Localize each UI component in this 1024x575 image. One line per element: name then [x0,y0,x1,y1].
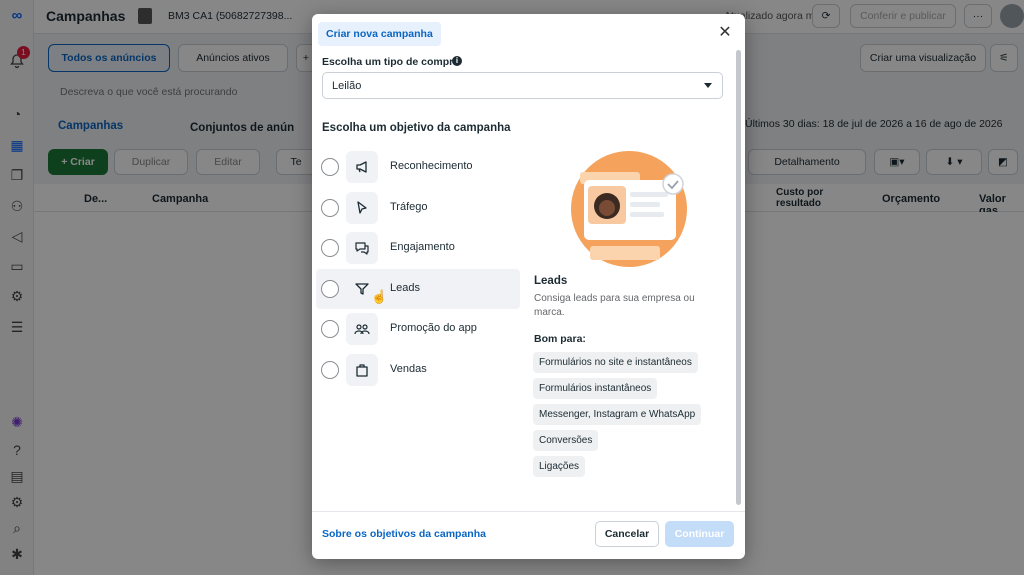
people-icon [346,313,378,345]
buy-type-select[interactable]: Leilão [322,72,723,99]
objective-traffic[interactable]: Tráfego [316,188,520,228]
info-icon[interactable]: i [452,56,462,66]
objective-label: Tráfego [390,201,428,213]
buy-type-label: Escolha um tipo de compra [322,56,460,68]
objective-label: Reconhecimento [390,160,473,172]
megaphone-icon [346,151,378,183]
good-for-tag: Formulários instantâneos [533,378,658,399]
leads-illustration [570,150,688,268]
scrollbar[interactable] [736,50,741,505]
objective-engagement[interactable]: Engajamento [316,228,520,268]
good-for-tag: Conversões [533,430,599,451]
dialog-title: Criar nova campanha [318,22,441,46]
detail-title: Leads [534,275,568,287]
objective-sales[interactable]: Vendas [316,350,520,390]
objective-label: Leads [390,282,420,294]
detail-description: Consiga leads para sua empresa ou marca. [534,293,695,318]
cancel-button[interactable]: Cancelar [595,521,659,547]
objective-leads[interactable]: ☝ Leads [316,269,520,309]
about-objectives-link[interactable]: Sobre os objetivos da campanha [322,528,486,540]
radio-button[interactable] [321,158,339,176]
bag-icon [346,354,378,386]
radio-button[interactable] [321,280,339,298]
radio-button[interactable] [321,199,339,217]
create-campaign-dialog: Criar nova campanha ✕ Escolha um tipo de… [312,14,745,559]
objective-label: Engajamento [390,241,455,253]
continue-button[interactable]: Continuar [665,521,734,547]
radio-button[interactable] [321,320,339,338]
objective-awareness[interactable]: Reconhecimento [316,147,520,187]
objective-heading: Escolha um objetivo da campanha [322,122,511,134]
good-for-tag: Ligações [533,456,586,477]
objective-app-promotion[interactable]: Promoção do app [316,309,520,349]
buy-type-value: Leilão [332,80,362,92]
footer-divider [312,511,745,512]
objective-label: Promoção do app [390,322,477,334]
chevron-down-icon [704,83,712,88]
chat-icon [346,232,378,264]
good-for-tag: Messenger, Instagram e WhatsApp [533,404,702,425]
good-for-label: Bom para: [534,333,586,345]
hand-pointer-icon: ☝ [371,289,388,304]
close-icon[interactable]: ✕ [716,24,734,42]
radio-button[interactable] [321,361,339,379]
cursor-icon [346,192,378,224]
good-for-tag: Formulários no site e instantâneos [533,352,698,373]
objective-label: Vendas [390,363,427,375]
radio-button[interactable] [321,239,339,257]
